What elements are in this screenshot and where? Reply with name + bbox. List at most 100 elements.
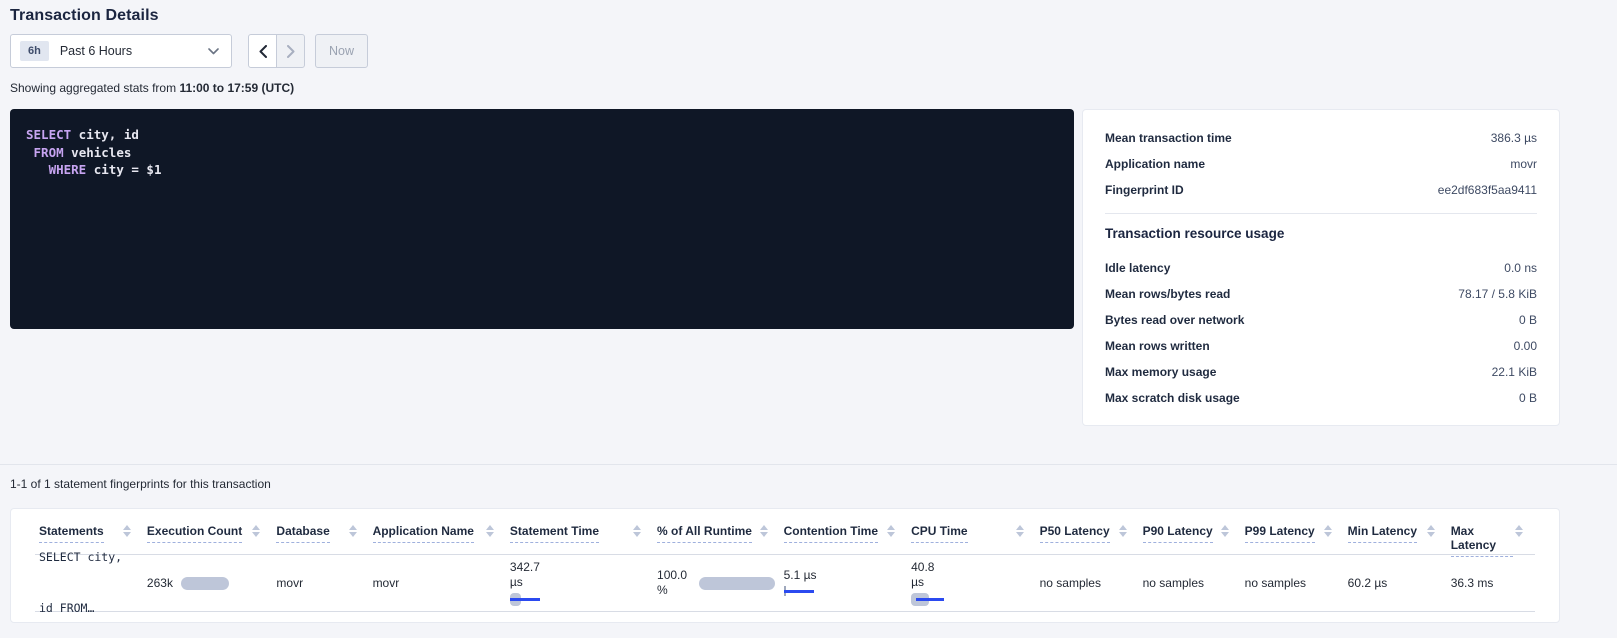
next-time-button[interactable] [276, 34, 305, 68]
contention-time-bar [784, 586, 844, 598]
summary-value: ee2df683f5aa9411 [1438, 183, 1537, 197]
resource-row-max-memory-usage: Max memory usage22.1 KiB [1105, 359, 1537, 385]
column-header-max-latency[interactable]: Max Latency [1447, 524, 1535, 557]
time-controls: 6h Past 6 Hours Now [10, 34, 1560, 68]
resource-row-bytes-read-over-network: Bytes read over network 0 B [1105, 307, 1537, 333]
cpu-time-value: 40.8 [911, 560, 1036, 575]
column-header-label: % of All Runtime [657, 524, 752, 543]
statements-table-card: Statements Execution Count Database Applica… [10, 508, 1560, 623]
stats-caption-prefix: Showing aggregated stats from [10, 81, 179, 95]
summary-value: 0.00 [1514, 339, 1537, 353]
resource-row-max-scratch-disk-usage: Max scratch disk usage 0 B [1105, 385, 1537, 411]
column-header-label: P90 Latency [1143, 524, 1213, 543]
panel-divider [1105, 213, 1537, 214]
statement-time-unit: µs [510, 575, 653, 590]
transaction-summary-panel: Mean transaction time386.3 µsApplication… [1082, 109, 1560, 426]
sql-line: SELECT city, id [26, 126, 1058, 144]
statement-time-value: 342.7 [510, 560, 653, 575]
summary-value: 78.17 / 5.8 KiB [1458, 287, 1537, 301]
sort-icon[interactable] [1016, 525, 1024, 537]
column-header-label: Min Latency [1348, 524, 1417, 543]
transaction-overview: SELECT city, id FROM vehicles WHERE city… [10, 109, 1560, 426]
column-header-application-name[interactable]: Application Name [369, 524, 506, 543]
summary-label: Max memory usage [1105, 365, 1216, 379]
cell-min-latency: 60.2 µs [1344, 576, 1447, 590]
column-header-min-latency[interactable]: Min Latency [1344, 524, 1447, 543]
sort-icon[interactable] [349, 525, 357, 537]
resource-row-mean-rows-bytes-read: Mean rows/bytes read 78.17 / 5.8 KiB [1105, 281, 1537, 307]
transaction-details-page: Transaction Details 6h Past 6 Hours Now … [10, 0, 1560, 623]
summary-row-fingerprint-id: Fingerprint IDee2df683f5aa9411 [1105, 177, 1537, 203]
stats-caption-range: 11:00 to 17:59 (UTC) [179, 81, 294, 95]
column-header-label: P50 Latency [1040, 524, 1110, 543]
statements-count-caption: 1-1 of 1 statement fingerprints for this… [10, 477, 1560, 491]
column-header-label: Contention Time [784, 524, 878, 543]
sort-icon[interactable] [1324, 525, 1332, 537]
section-divider [0, 464, 1617, 465]
sort-icon[interactable] [1119, 525, 1127, 537]
summary-label: Mean rows/bytes read [1105, 287, 1230, 301]
sort-icon[interactable] [633, 525, 641, 537]
page-title: Transaction Details [10, 0, 1560, 25]
sort-icon[interactable] [760, 525, 768, 537]
cell-max-latency: 36.3 ms [1447, 576, 1535, 590]
column-header-label: Statements [39, 524, 104, 543]
sort-icon[interactable] [486, 525, 494, 537]
column-header-p90-latency[interactable]: P90 Latency [1139, 524, 1241, 543]
time-range-badge: 6h [20, 41, 49, 61]
column-header-p50-latency[interactable]: P50 Latency [1036, 524, 1139, 543]
summary-label: Bytes read over network [1105, 313, 1244, 327]
sql-line: FROM vehicles [26, 144, 1058, 162]
column-header-database[interactable]: Database [272, 524, 368, 543]
cell-statement-time: 342.7 µs [506, 560, 653, 606]
column-header-cpu-time[interactable]: CPU Time [907, 524, 1036, 543]
resource-usage-rows: Idle latency 0.0 ns Mean rows/bytes read 78… [1105, 255, 1537, 411]
contention-time-value: 5.1 µs [784, 568, 908, 583]
chevron-right-icon [287, 45, 295, 58]
table-row[interactable]: SELECT city, id FROM… 263k movr movr 342… [35, 555, 1535, 612]
summary-label: Idle latency [1105, 261, 1170, 275]
column-header-statement-time[interactable]: Statement Time [506, 524, 653, 543]
summary-row-application-name: Application namemovr [1105, 151, 1537, 177]
previous-time-button[interactable] [248, 34, 277, 68]
chevron-left-icon [259, 45, 267, 58]
cell-p99-latency: no samples [1241, 576, 1344, 590]
column-header-p99-latency[interactable]: P99 Latency [1241, 524, 1344, 543]
summary-value: 0.0 ns [1504, 261, 1537, 275]
aggregated-stats-caption: Showing aggregated stats from 11:00 to 1… [10, 81, 1560, 95]
summary-row-mean-transaction-time: Mean transaction time386.3 µs [1105, 125, 1537, 151]
sort-icon[interactable] [123, 525, 131, 537]
sort-icon[interactable] [1221, 525, 1229, 537]
column-header-label: Statement Time [510, 524, 599, 543]
now-button[interactable]: Now [315, 34, 368, 68]
sort-icon[interactable] [887, 525, 895, 537]
resource-row-mean-rows-written: Mean rows written 0.00 [1105, 333, 1537, 359]
execution-count-value: 263k [147, 576, 173, 590]
cell-contention-time: 5.1 µs [780, 568, 908, 598]
execution-count-bar [181, 577, 229, 590]
column-header-execution-count[interactable]: Execution Count [143, 524, 272, 543]
summary-label: Mean transaction time [1105, 131, 1232, 145]
sql-line: WHERE city = $1 [26, 161, 1058, 179]
cell-p90-latency: no samples [1139, 576, 1241, 590]
sort-icon[interactable] [252, 525, 260, 537]
sort-icon[interactable] [1427, 525, 1435, 537]
summary-value: 0 B [1519, 313, 1537, 327]
sql-statement-box: SELECT city, id FROM vehicles WHERE city… [10, 109, 1074, 329]
resource-row-idle-latency: Idle latency 0.0 ns [1105, 255, 1537, 281]
sort-icon[interactable] [1515, 525, 1523, 537]
cell-cpu-time: 40.8 µs [907, 560, 1036, 606]
runtime-percent-bar [699, 577, 775, 590]
column-header-label: Max Latency [1451, 524, 1513, 557]
summary-label: Max scratch disk usage [1105, 391, 1240, 405]
summary-value: 0 B [1519, 391, 1537, 405]
column-header-contention-time[interactable]: Contention Time [780, 524, 908, 543]
column-header-label: P99 Latency [1245, 524, 1315, 543]
column-header-label: Execution Count [147, 524, 242, 543]
column-header-label: Database [276, 524, 329, 543]
summary-label: Mean rows written [1105, 339, 1210, 353]
column-header-statements[interactable]: Statements [35, 524, 143, 543]
time-range-dropdown[interactable]: 6h Past 6 Hours [10, 34, 232, 68]
column-header-of-all-runtime[interactable]: % of All Runtime [653, 524, 780, 543]
cell-runtime-percent: 100.0 % [653, 568, 780, 598]
